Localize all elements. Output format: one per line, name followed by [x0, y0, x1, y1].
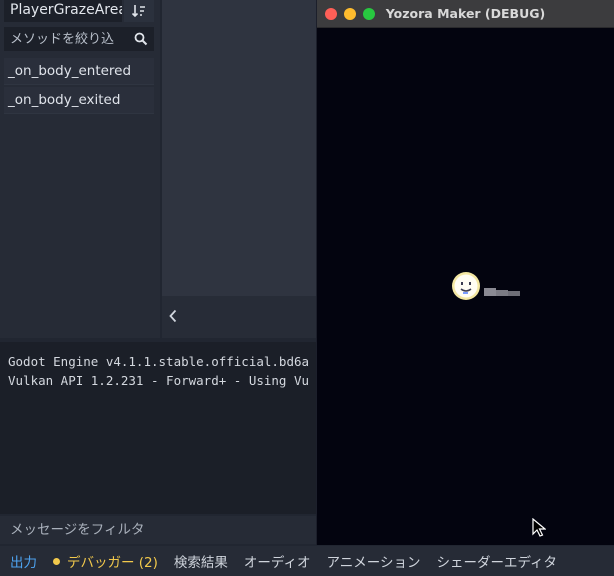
- tab-search-results[interactable]: 検索結果: [174, 551, 228, 571]
- log-line: Godot Engine v4.1.1.stable.official.bd6a: [8, 354, 310, 369]
- tab-output[interactable]: 出力: [10, 551, 37, 571]
- message-filter-input[interactable]: [10, 518, 310, 542]
- output-log: Godot Engine v4.1.1.stable.official.bd6a…: [0, 342, 320, 514]
- mouse-cursor-icon: [532, 518, 546, 537]
- message-filter: [0, 516, 320, 544]
- tab-debugger-label: デバッガー (2): [67, 555, 158, 571]
- tab-debugger[interactable]: デバッガー (2): [53, 551, 158, 571]
- tab-shader-editor[interactable]: シェーダーエディタ: [436, 551, 557, 571]
- game-viewport[interactable]: [317, 28, 614, 545]
- tab-animation[interactable]: アニメーション: [326, 551, 420, 571]
- warning-dot-icon: [53, 557, 60, 565]
- method-filter-input[interactable]: [10, 27, 124, 51]
- method-item-body-exited[interactable]: _on_body_exited: [4, 87, 154, 114]
- method-filter: [4, 27, 154, 51]
- search-icon[interactable]: [134, 31, 148, 50]
- sort-button[interactable]: [124, 0, 154, 22]
- game-window-title: Yozora Maker (DEBUG): [385, 6, 546, 21]
- method-list: _on_body_entered _on_body_exited: [4, 58, 154, 116]
- script-editor-area[interactable]: [162, 0, 322, 296]
- game-window[interactable]: Yozora Maker (DEBUG): [316, 0, 614, 545]
- script-name-field[interactable]: PlayerGrazeArea2: [4, 0, 122, 22]
- sort-icon: [131, 5, 145, 18]
- editor-status-strip: [162, 296, 322, 338]
- player-sprite: [452, 272, 520, 300]
- collapse-panel-button[interactable]: [164, 306, 182, 326]
- game-window-titlebar[interactable]: Yozora Maker (DEBUG): [317, 0, 614, 28]
- bottom-panel-tabs: 出力 デバッガー (2) 検索結果 オーディオ アニメーション シェーダーエディ…: [0, 546, 614, 576]
- tab-audio[interactable]: オーディオ: [244, 551, 311, 571]
- log-line: Vulkan API 1.2.231 - Forward+ - Using Vu: [8, 373, 310, 388]
- chevron-left-icon: [169, 309, 177, 323]
- method-item-body-entered[interactable]: _on_body_entered: [4, 58, 154, 85]
